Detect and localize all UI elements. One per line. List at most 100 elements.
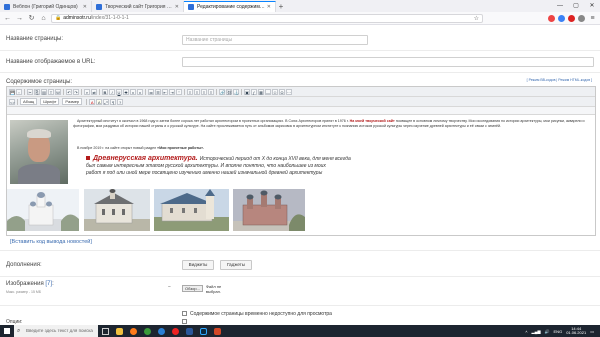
yandex-icon[interactable] [168, 325, 182, 337]
align-center-icon[interactable]: ≡ [194, 88, 200, 95]
page-name-input[interactable]: Название страницы [182, 35, 368, 45]
file-picker[interactable]: Обзор... Файл не выбран. [182, 284, 232, 294]
task-view-icon[interactable] [98, 325, 112, 337]
source-icon[interactable]: <> [9, 98, 15, 105]
paste-icon[interactable]: ▤ [41, 88, 47, 95]
close-icon[interactable]: ✕ [175, 4, 179, 10]
underline-icon[interactable]: U [116, 88, 122, 95]
bookmark-star-icon[interactable]: ☆ [474, 15, 479, 22]
anchor-icon[interactable]: ⚓ [233, 88, 239, 95]
editor-content[interactable]: Архитектурный институт я окончил в 1968 … [7, 117, 595, 235]
help-icon[interactable]: ? [117, 98, 124, 105]
photoshop-icon[interactable] [196, 325, 210, 337]
reload-icon[interactable]: ↻ [27, 14, 36, 23]
image-icon[interactable]: ▣ [244, 88, 250, 95]
taskbar-search[interactable]: ⌕ Введите здесь текст для поиска [14, 325, 98, 337]
images-minus-icon[interactable]: − [168, 284, 171, 290]
tab-3-active[interactable]: Редактирование содержимого ✕ [184, 1, 276, 12]
bold-icon[interactable]: B [102, 88, 108, 95]
extension-icon[interactable] [558, 14, 565, 22]
flash-icon[interactable]: ƒ [251, 88, 257, 95]
table-icon[interactable]: ▦ [258, 88, 264, 95]
chevron-up-icon[interactable]: ˄ [525, 329, 527, 334]
undo-icon[interactable]: ↶ [66, 88, 72, 95]
chrome-icon[interactable] [140, 325, 154, 337]
close-icon[interactable]: ✕ [83, 4, 87, 10]
insert-news-code-link[interactable]: [Вставить код вывода новостей] [10, 239, 92, 245]
smiley-icon[interactable]: ☺ [272, 88, 278, 95]
align-left-icon[interactable]: ≡ [187, 88, 193, 95]
new-tab-icon[interactable]: + [276, 1, 286, 12]
paste-text-icon[interactable]: T [48, 88, 54, 95]
text-color-icon[interactable]: A [89, 98, 96, 105]
extension-icon[interactable] [578, 14, 585, 22]
word-icon[interactable] [182, 325, 196, 337]
font-select[interactable]: Шрифт [40, 98, 60, 105]
forward-icon[interactable]: → [15, 14, 24, 23]
maximize-editor-icon[interactable]: ⤢ [103, 98, 110, 105]
language-indicator[interactable]: ENG [554, 329, 563, 334]
gadgets-button[interactable]: Гаджеты [220, 260, 252, 270]
volume-icon[interactable]: 🔊 [545, 329, 550, 334]
bullet-list-icon[interactable]: ☰ [155, 88, 161, 95]
edge-icon[interactable] [154, 325, 168, 337]
ordered-list-icon[interactable]: ≔ [148, 88, 154, 95]
copy-icon[interactable]: ⎘ [34, 88, 40, 95]
outdent-icon[interactable]: ⇤ [162, 88, 168, 95]
close-icon[interactable]: ✕ [267, 4, 271, 10]
maximize-button[interactable]: ▢ [568, 0, 584, 12]
link-icon[interactable]: 🔗 [219, 88, 225, 95]
firefox-icon[interactable] [126, 325, 140, 337]
extension-icon[interactable] [568, 14, 575, 22]
app-icon[interactable] [210, 325, 224, 337]
special-char-icon[interactable]: Ω [279, 88, 285, 95]
quote-icon[interactable]: " [176, 88, 182, 95]
option-checkbox[interactable] [182, 319, 187, 324]
url-name-label: Название отображаемое в URL: [6, 59, 96, 65]
address-bar[interactable]: 🔒 adminsotr.ru /index/31-1-0-1-1 ☆ [51, 13, 483, 23]
browse-button[interactable]: Обзор... [182, 285, 203, 292]
align-justify-icon[interactable]: ≡ [208, 88, 214, 95]
tab-favicon-icon [4, 3, 10, 10]
tab-1[interactable]: Вебпон (Григорий Одинцов) ✕ [0, 1, 92, 12]
align-right-icon[interactable]: ≡ [201, 88, 207, 95]
paragraph-format-select[interactable]: Абзац [20, 98, 38, 105]
widgets-button[interactable]: Виджеты [182, 260, 214, 270]
redo-icon[interactable]: ↷ [73, 88, 79, 95]
superscript-icon[interactable]: x [137, 88, 143, 95]
save-icon[interactable]: 💾 [9, 88, 15, 95]
unlink-icon[interactable]: ⛓ [226, 88, 232, 95]
minimize-button[interactable]: — [552, 0, 568, 12]
tab-2[interactable]: Творческий сайт Григория Гем ✕ [92, 1, 184, 12]
find-icon[interactable]: ⌕ [84, 88, 90, 95]
show-blocks-icon[interactable]: ¶ [110, 98, 117, 105]
page-break-icon[interactable]: ⋯ [286, 88, 292, 95]
back-icon[interactable]: ← [3, 14, 12, 23]
strike-icon[interactable]: S [123, 88, 129, 95]
subscript-icon[interactable]: x [130, 88, 136, 95]
url-name-input[interactable] [182, 57, 594, 67]
italic-icon[interactable]: I [109, 88, 115, 95]
wysiwyg-editor[interactable]: 💾 ▫ ✂ ⎘ ▤ T W ↶ ↷ ⌕ ⇄ B I U S x x ≔ ☰ ⇤ … [6, 86, 596, 236]
unavailable-checkbox[interactable] [182, 311, 187, 316]
cut-icon[interactable]: ✂ [27, 88, 33, 95]
close-window-button[interactable]: ✕ [584, 0, 600, 12]
menu-icon[interactable]: ≡ [588, 14, 597, 23]
clock[interactable]: 14:44 01.06.2021 [566, 326, 586, 336]
notifications-icon[interactable]: ▭ [590, 329, 594, 334]
taskbar-search-placeholder: Введите здесь текст для поиска [26, 328, 93, 333]
new-doc-icon[interactable]: ▫ [16, 88, 22, 95]
extension-icon[interactable] [548, 14, 555, 22]
network-icon[interactable]: ▂▄▆ [532, 329, 541, 334]
editor-toolbar-row-2: <> Абзац Шрифт Размер A A ⤢ ¶ ? [7, 97, 595, 107]
home-icon[interactable]: ⌂ [39, 14, 48, 23]
hr-icon[interactable]: ― [265, 88, 271, 95]
replace-icon[interactable]: ⇄ [91, 88, 97, 95]
paste-word-icon[interactable]: W [55, 88, 61, 95]
start-button[interactable] [0, 325, 14, 337]
editor-mode-links[interactable]: [ Режим BB-кодов | Режим HTML-кодов ] [527, 78, 592, 82]
indent-icon[interactable]: ⇥ [169, 88, 175, 95]
explorer-icon[interactable] [112, 325, 126, 337]
bg-color-icon[interactable]: A [96, 98, 103, 105]
size-select[interactable]: Размер [62, 98, 83, 105]
